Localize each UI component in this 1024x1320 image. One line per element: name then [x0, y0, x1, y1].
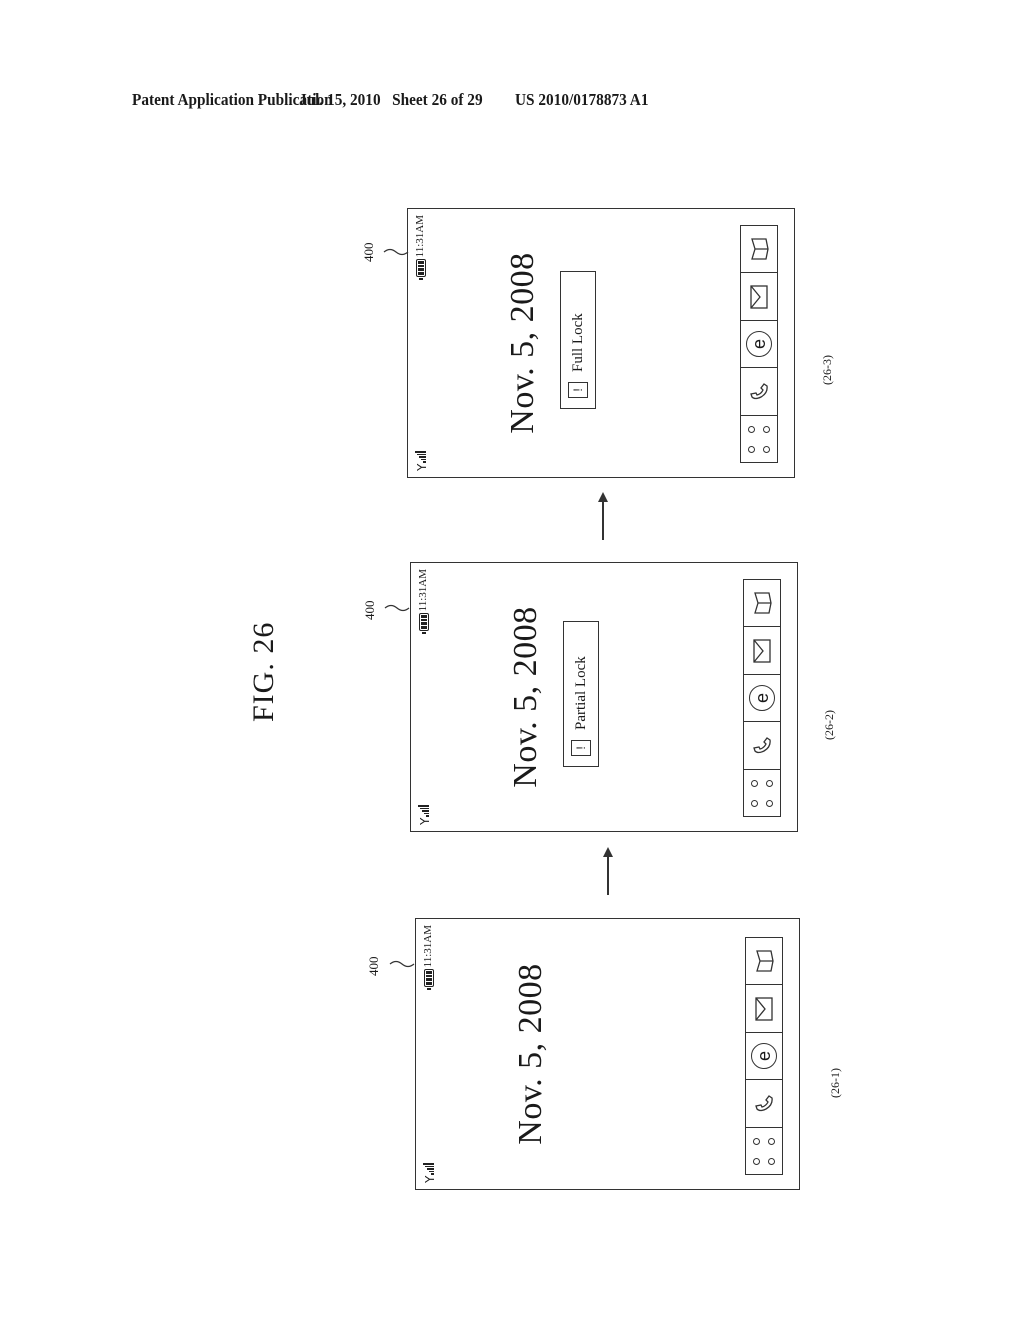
warning-icon: !: [568, 382, 588, 398]
phone-screen-26-3: Y 11:31AM Nov. 5, 2008 ! Full Lock e: [407, 208, 795, 478]
message-envelope-icon: [750, 284, 768, 309]
book-icon: [756, 950, 774, 972]
browser-e-icon: e: [749, 684, 775, 711]
signal-strength-icon: Y: [417, 805, 432, 825]
date-sheet: Jul. 15, 2010 Sheet 26 of 29: [299, 90, 483, 109]
phone-screen-26-1: Y 11:31AM Nov. 5, 2008 e: [415, 918, 800, 1190]
message-envelope-icon: [753, 638, 771, 663]
leader-line: [383, 248, 409, 256]
dock-menu[interactable]: [741, 414, 777, 462]
app-dock: e: [743, 579, 781, 817]
battery-icon: [419, 613, 429, 631]
clock: 11:31AM: [414, 215, 426, 258]
menu-grid-icon: [751, 779, 773, 807]
book-icon: [754, 592, 772, 614]
caption-26-2: (26-2): [822, 710, 836, 740]
menu-grid-icon: [748, 425, 770, 453]
dock-book[interactable]: [741, 226, 777, 272]
phone-icon: [753, 737, 771, 754]
transition-arrow: [598, 492, 608, 540]
warning-icon: !: [571, 740, 591, 756]
clock: 11:31AM: [422, 925, 434, 968]
date-display: Nov. 5, 2008: [507, 606, 544, 788]
status-bar: Y 11:31AM: [417, 569, 433, 825]
dock-message[interactable]: [746, 984, 782, 1032]
date-display: Nov. 5, 2008: [512, 963, 549, 1145]
app-dock: e: [740, 225, 778, 463]
message-envelope-icon: [755, 996, 773, 1021]
reference-numeral-400: 400: [361, 242, 376, 263]
phone-screen-26-2: Y 11:31AM Nov. 5, 2008 ! Partial Lock e: [410, 562, 798, 832]
phone-icon: [755, 1095, 773, 1112]
dock-phone[interactable]: [746, 1079, 782, 1127]
book-icon: [751, 238, 769, 260]
dock-phone[interactable]: [741, 367, 777, 415]
dock-phone[interactable]: [744, 721, 780, 769]
phone-icon: [750, 383, 768, 400]
leader-line: [389, 960, 415, 968]
browser-e-icon: e: [751, 1042, 777, 1069]
dock-message[interactable]: [744, 626, 780, 674]
date-display: Nov. 5, 2008: [504, 252, 541, 434]
dock-book[interactable]: [746, 938, 782, 984]
patent-number: US 2010/0178873 A1: [515, 90, 649, 109]
battery-icon: [416, 259, 426, 277]
clock: 11:31AM: [417, 569, 429, 612]
app-dock: e: [745, 937, 783, 1175]
dock-browser[interactable]: e: [746, 1031, 782, 1080]
transition-arrow: [603, 847, 613, 895]
menu-grid-icon: [753, 1137, 775, 1165]
caption-26-3: (26-3): [820, 355, 834, 385]
dock-message[interactable]: [741, 272, 777, 320]
dock-menu[interactable]: [744, 768, 780, 816]
reference-numeral-400: 400: [366, 956, 381, 977]
dock-book[interactable]: [744, 580, 780, 626]
lock-message: Partial Lock: [572, 656, 589, 730]
page-header: Patent Application Publication Jul. 15, …: [132, 90, 892, 114]
lock-notification: ! Full Lock: [560, 271, 596, 409]
figure-title: FIG. 26: [247, 621, 280, 722]
signal-strength-icon: Y: [414, 451, 429, 471]
dock-browser[interactable]: e: [741, 319, 777, 368]
reference-numeral-400: 400: [362, 600, 377, 621]
lock-notification: ! Partial Lock: [563, 621, 599, 767]
leader-line: [384, 604, 410, 612]
dock-browser[interactable]: e: [744, 673, 780, 722]
status-bar: Y 11:31AM: [422, 925, 438, 1183]
caption-26-1: (26-1): [828, 1068, 842, 1098]
battery-icon: [424, 969, 434, 987]
browser-e-icon: e: [746, 330, 772, 357]
status-bar: Y 11:31AM: [414, 215, 430, 471]
dock-menu[interactable]: [746, 1126, 782, 1174]
lock-message: Full Lock: [569, 313, 586, 372]
signal-strength-icon: Y: [422, 1163, 437, 1183]
